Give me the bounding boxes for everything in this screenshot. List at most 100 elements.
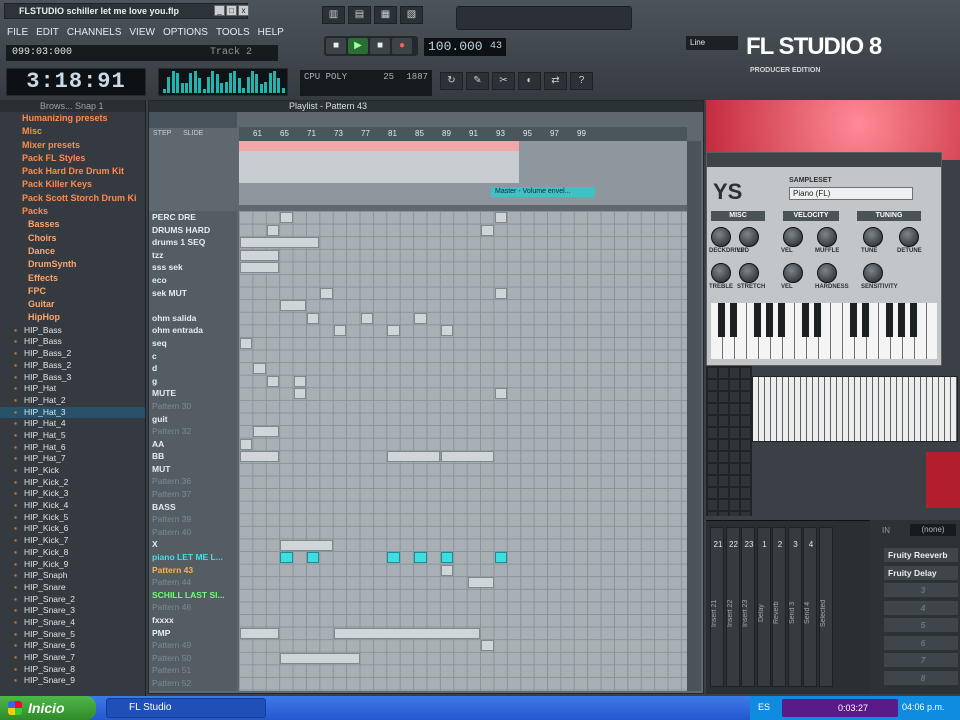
fx-slot[interactable]: 8 bbox=[884, 670, 958, 685]
pattern-name[interactable]: PERC DRE bbox=[149, 211, 237, 224]
browser-file[interactable]: HIP_Kick bbox=[0, 465, 145, 477]
pattern-block[interactable] bbox=[253, 363, 266, 375]
menu-channels[interactable]: CHANNELS bbox=[64, 25, 124, 40]
fx-slot[interactable]: 6 bbox=[884, 635, 958, 650]
pattern-name[interactable]: Pattern 40 bbox=[149, 526, 237, 539]
step-sequencer[interactable] bbox=[706, 366, 752, 516]
mute-icon[interactable]: ◐ bbox=[518, 72, 541, 90]
pattern-block[interactable] bbox=[240, 262, 280, 274]
browser-file[interactable]: HIP_Bass_2 bbox=[0, 348, 145, 360]
menu-tools[interactable]: TOOLS bbox=[213, 25, 253, 40]
pattern-block[interactable] bbox=[240, 338, 253, 349]
browser-file[interactable]: HIP_Bass_2 bbox=[0, 360, 145, 372]
maximize-button[interactable]: □ bbox=[226, 5, 237, 16]
browser-file[interactable]: HIP_Snare_3 bbox=[0, 605, 145, 617]
plugin-icon[interactable]: ▦ bbox=[374, 6, 397, 24]
pattern-block[interactable] bbox=[280, 653, 360, 664]
browser-file[interactable]: HIP_Snare bbox=[0, 582, 145, 594]
pattern-name[interactable]: guit bbox=[149, 413, 237, 426]
black-key[interactable] bbox=[814, 303, 821, 337]
pattern-name[interactable]: Pattern 52 bbox=[149, 677, 237, 690]
pattern-block[interactable] bbox=[266, 375, 280, 387]
browser-file[interactable]: HIP_Snare_4 bbox=[0, 617, 145, 629]
pattern-name[interactable]: d bbox=[149, 362, 237, 375]
mixer-channel[interactable]: 1 Delay bbox=[756, 527, 771, 687]
language-indicator[interactable]: ES bbox=[758, 702, 770, 712]
plugin-titlebar[interactable] bbox=[707, 153, 941, 167]
pattern-block[interactable] bbox=[494, 287, 507, 299]
pattern-name[interactable]: MUT bbox=[149, 463, 237, 476]
pattern-block[interactable] bbox=[414, 552, 427, 564]
pattern-block[interactable] bbox=[333, 627, 481, 639]
knob[interactable] bbox=[739, 227, 759, 247]
browser-file[interactable]: HIP_Hat_2 bbox=[0, 395, 145, 407]
pattern-block[interactable] bbox=[441, 325, 454, 337]
menu-edit[interactable]: EDIT bbox=[33, 25, 62, 40]
master-pitch-slider[interactable] bbox=[456, 6, 632, 30]
browser-file[interactable]: HIP_Kick_4 bbox=[0, 500, 145, 512]
browser-file[interactable]: HIP_Snare_8 bbox=[0, 664, 145, 676]
pattern-name[interactable]: drums 1 SEQ bbox=[149, 236, 237, 249]
pattern-name[interactable]: SCHILL LAST SI... bbox=[149, 589, 237, 602]
black-key[interactable] bbox=[778, 303, 785, 337]
automation-clip[interactable]: Master - Volume envel... bbox=[491, 187, 595, 197]
pattern-name[interactable]: tzz bbox=[149, 249, 237, 262]
pattern-block[interactable] bbox=[307, 312, 320, 324]
pattern-name[interactable]: Pattern 32 bbox=[149, 425, 237, 438]
pattern-grid[interactable] bbox=[239, 211, 687, 691]
browser-file[interactable]: HIP_Bass bbox=[0, 325, 145, 337]
black-key[interactable] bbox=[850, 303, 857, 337]
browser-file[interactable]: HIP_Bass bbox=[0, 336, 145, 348]
record-button[interactable]: ● bbox=[392, 38, 412, 54]
browser-file[interactable]: HIP_Kick_7 bbox=[0, 535, 145, 547]
pattern-block[interactable] bbox=[293, 375, 306, 387]
black-key[interactable] bbox=[886, 303, 893, 337]
browser-folder[interactable]: Dance bbox=[0, 245, 145, 258]
knob[interactable] bbox=[711, 263, 731, 283]
pattern-name[interactable]: Pattern 51 bbox=[149, 664, 237, 677]
fx-slot[interactable]: 3 bbox=[884, 583, 958, 597]
pattern-block[interactable] bbox=[494, 212, 507, 223]
pattern-block[interactable] bbox=[494, 552, 507, 564]
browser-file[interactable]: HIP_Hat_6 bbox=[0, 442, 145, 454]
fx-slot[interactable]: 4 bbox=[884, 600, 958, 615]
pattern-name[interactable]: Pattern 30 bbox=[149, 400, 237, 413]
browser-folder[interactable]: Basses bbox=[0, 218, 145, 231]
play-button[interactable]: ▶ bbox=[348, 38, 368, 54]
pattern-block[interactable] bbox=[320, 287, 333, 299]
browser-folder[interactable]: Pack Hard Dre Drum Kit bbox=[0, 165, 145, 178]
browser-folder[interactable]: FPC bbox=[0, 285, 145, 298]
pattern-block[interactable] bbox=[280, 300, 306, 312]
browser-file[interactable]: HIP_Hat_3 bbox=[0, 406, 145, 419]
black-key[interactable] bbox=[730, 303, 737, 337]
menu-file[interactable]: FILE bbox=[4, 25, 31, 40]
pattern-block[interactable] bbox=[414, 312, 427, 324]
knob[interactable] bbox=[783, 227, 803, 247]
close-button[interactable]: x bbox=[238, 5, 249, 16]
piano-keyboard[interactable] bbox=[711, 303, 937, 359]
browser-folder[interactable]: Effects bbox=[0, 272, 145, 285]
knob[interactable] bbox=[783, 263, 803, 283]
browser-file[interactable]: HIP_Bass_3 bbox=[0, 372, 145, 384]
pattern-block[interactable] bbox=[280, 539, 333, 551]
black-key[interactable] bbox=[766, 303, 773, 337]
pattern-name[interactable]: Pattern 36 bbox=[149, 475, 237, 488]
minimize-button[interactable]: _ bbox=[214, 5, 225, 16]
knob[interactable] bbox=[863, 263, 883, 283]
black-key[interactable] bbox=[802, 303, 809, 337]
browser-folder[interactable]: DrumSynth bbox=[0, 258, 145, 271]
browser-icon[interactable]: ▧ bbox=[400, 6, 423, 24]
scissors-icon[interactable]: ✂ bbox=[492, 72, 515, 90]
piano-icon[interactable]: ▤ bbox=[348, 6, 371, 24]
mixer-channel[interactable]: 2 Reverb bbox=[772, 527, 786, 687]
pattern-name[interactable]: Pattern 46 bbox=[149, 601, 237, 614]
pattern-block[interactable] bbox=[266, 224, 280, 236]
browser-file[interactable]: HIP_Snare_2 bbox=[0, 594, 145, 606]
pattern-name[interactable]: ohm salida bbox=[149, 312, 237, 325]
pattern-name[interactable]: BASS bbox=[149, 501, 237, 514]
pattern-name[interactable]: ohm entrada bbox=[149, 324, 237, 337]
browser-file[interactable]: HIP_Hat_4 bbox=[0, 418, 145, 430]
pattern-name[interactable]: Pattern 43 bbox=[149, 564, 237, 577]
browser-file[interactable]: HIP_Kick_3 bbox=[0, 488, 145, 500]
browser-folder[interactable]: Mixer presets bbox=[0, 139, 145, 152]
